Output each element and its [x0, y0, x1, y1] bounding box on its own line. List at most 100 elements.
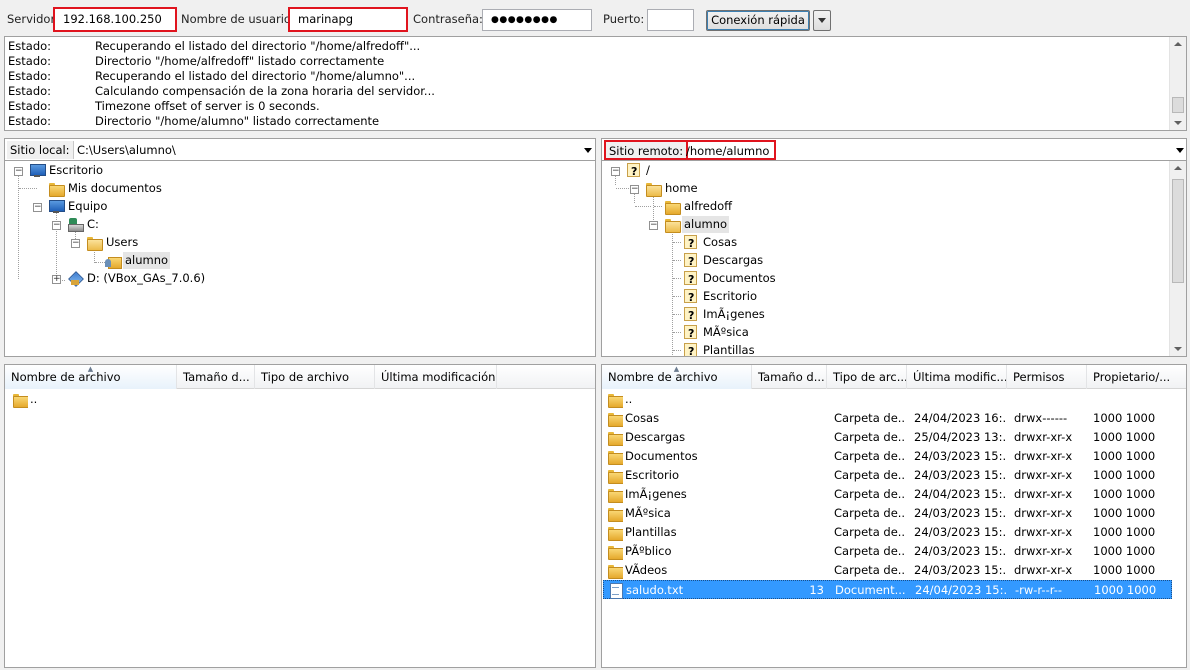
file-permissions: drwxr-xr-x	[1014, 468, 1073, 482]
host-input[interactable]: 192.168.100.250	[53, 7, 177, 32]
scroll-up-icon[interactable]	[1174, 42, 1182, 46]
table-row[interactable]: MÃºsica Carpeta de... 24/03/2023 15:... drw…	[603, 504, 1172, 523]
file-name: Plantillas	[625, 525, 677, 539]
remote-site-label: Sitio remoto:	[604, 140, 689, 160]
remote-col-permisos[interactable]: Permisos	[1007, 365, 1087, 389]
local-site-path[interactable]: C:\Users\alumno\	[77, 143, 176, 157]
file-owner: 1000 1000	[1093, 525, 1156, 539]
table-row[interactable]: Escritorio Carpeta de... 24/03/2023 15:...…	[603, 466, 1172, 485]
local-collapse-users-icon[interactable]: −	[71, 239, 80, 248]
remote-site-path[interactable]: /home/alumno	[681, 140, 777, 160]
table-row[interactable]: ImÃ¡genes Carpeta de... 24/04/2023 15:... d…	[603, 485, 1172, 504]
quickconnect-dropdown-button[interactable]	[813, 10, 831, 31]
file-modified: 24/04/2023 15:...	[914, 487, 1006, 501]
computer-icon	[48, 199, 65, 214]
file-modified: 25/04/2023 13:...	[914, 430, 1006, 444]
folder-icon	[607, 506, 623, 522]
folder-icon	[607, 468, 623, 484]
log-message: Recuperando el listado del directorio "/…	[95, 69, 416, 83]
file-permissions: drwxr-xr-x	[1014, 506, 1073, 520]
file-type: Carpeta de...	[834, 449, 906, 463]
file-permissions: drwx------	[1014, 411, 1068, 425]
message-log[interactable]: Estado: Recuperando el listado del direct…	[4, 36, 1187, 131]
file-type: Carpeta de...	[834, 411, 906, 425]
table-row[interactable]: ..	[603, 390, 1172, 409]
user-input[interactable]: marinapg	[288, 7, 408, 32]
table-row[interactable]: Descargas Carpeta de... 25/04/2023 13:... d…	[603, 428, 1172, 447]
file-owner: 1000 1000	[1093, 544, 1156, 558]
remote-col-tamano[interactable]: Tamaño d...	[752, 365, 827, 389]
remote-tree-scrollbar[interactable]	[1169, 161, 1186, 356]
local-col-tamano[interactable]: Tamaño d...	[177, 365, 255, 389]
remote-collapse-root-icon[interactable]: −	[611, 167, 620, 176]
local-collapse-escritorio-icon[interactable]: −	[14, 167, 23, 176]
log-scroll-thumb[interactable]	[1172, 97, 1184, 113]
folder-icon	[607, 430, 623, 446]
file-type: Carpeta de...	[834, 563, 906, 577]
remote-tree-scroll-thumb[interactable]	[1172, 179, 1184, 283]
table-row[interactable]: Cosas Carpeta de... 24/04/2023 16:... drwx-…	[603, 409, 1172, 428]
remote-collapse-home-icon[interactable]: −	[630, 185, 639, 194]
file-type: Document...	[835, 583, 906, 597]
file-name: ..	[625, 392, 633, 406]
remote-collapse-alumno-icon[interactable]: −	[649, 221, 658, 230]
drive-icon	[67, 217, 84, 232]
scroll-up-icon[interactable]	[1174, 166, 1182, 170]
file-name: Escritorio	[625, 468, 680, 482]
quickconnect-button[interactable]: Conexión rápida	[706, 10, 810, 31]
file-permissions: drwxr-xr-x	[1014, 430, 1073, 444]
scroll-down-icon[interactable]	[1174, 121, 1182, 125]
file-type: Carpeta de...	[834, 430, 906, 444]
remote-col-tipo[interactable]: Tipo de arc...	[827, 365, 907, 389]
table-row[interactable]: saludo.txt 13 Document... 24/04/2023 15:...…	[603, 580, 1172, 599]
file-name: Cosas	[625, 411, 660, 425]
file-owner: 1000 1000	[1093, 563, 1156, 577]
table-row[interactable]: Documentos Carpeta de... 24/03/2023 15:...…	[603, 447, 1172, 466]
file-modified: 24/03/2023 15:...	[914, 563, 1006, 577]
folder-icon	[607, 563, 623, 579]
unknown-folder-icon	[684, 343, 697, 356]
remote-list-header: ▲ Nombre de archivo Tamaño d... Tipo de …	[602, 365, 1186, 389]
local-collapse-c-icon[interactable]: −	[52, 221, 61, 230]
file-owner: 1000 1000	[1093, 468, 1156, 482]
local-path-dropdown-icon[interactable]	[584, 148, 592, 153]
local-col-tipo[interactable]: Tipo de archivo	[255, 365, 375, 389]
remote-directory-tree[interactable]: − / − home alfredoff − alumno Cosas Desc…	[601, 161, 1187, 357]
port-input[interactable]	[647, 9, 694, 31]
local-col-nombre[interactable]: ▲ Nombre de archivo	[5, 365, 177, 389]
local-directory-tree[interactable]: − Escritorio Mis documentos − Equipo − C…	[4, 161, 596, 357]
sort-ascending-icon: ▲	[673, 365, 680, 373]
table-row[interactable]: VÃ­deos Carpeta de... 24/03/2023 15:... drw…	[603, 561, 1172, 580]
local-col-modificacion[interactable]: Última modificación	[375, 365, 497, 389]
file-owner: 1000 1000	[1093, 506, 1156, 520]
folder-icon	[607, 411, 623, 427]
remote-col-modificacion[interactable]: Última modific...	[907, 365, 1007, 389]
file-permissions: drwxr-xr-x	[1014, 525, 1073, 539]
password-input[interactable]: ●●●●●●●●	[482, 9, 592, 31]
file-type: Carpeta de...	[834, 544, 906, 558]
unknown-folder-icon	[684, 325, 697, 342]
file-modified: 24/04/2023 15:...	[915, 583, 1007, 597]
scroll-down-icon[interactable]	[1174, 347, 1182, 351]
local-expand-d-icon[interactable]: +	[52, 275, 61, 284]
user-folder-icon	[105, 253, 122, 269]
local-file-list[interactable]: ▲ Nombre de archivo Tamaño d... Tipo de …	[4, 364, 596, 668]
unknown-folder-icon	[684, 307, 697, 324]
log-status-label: Estado:	[8, 99, 52, 113]
folder-icon	[607, 487, 623, 503]
remote-path-dropdown-icon[interactable]	[1176, 148, 1184, 153]
remote-col-propietario[interactable]: Propietario/...	[1087, 365, 1186, 389]
table-row[interactable]: PÃºblico Carpeta de... 24/03/2023 15:... dr…	[603, 542, 1172, 561]
log-scrollbar[interactable]	[1169, 37, 1186, 130]
remote-file-list[interactable]: ▲ Nombre de archivo Tamaño d... Tipo de …	[601, 364, 1187, 668]
remote-col-nombre[interactable]: ▲ Nombre de archivo	[602, 365, 752, 389]
local-list-header: ▲ Nombre de archivo Tamaño d... Tipo de …	[5, 365, 595, 389]
folder-icon	[86, 235, 103, 251]
file-owner: 1000 1000	[1093, 430, 1156, 444]
local-collapse-equipo-icon[interactable]: −	[33, 203, 42, 212]
table-row[interactable]: ..	[6, 390, 594, 409]
unknown-folder-icon	[684, 289, 697, 306]
table-row[interactable]: Plantillas Carpeta de... 24/03/2023 15:...…	[603, 523, 1172, 542]
file-name: saludo.txt	[626, 583, 684, 597]
folder-icon	[664, 217, 681, 233]
